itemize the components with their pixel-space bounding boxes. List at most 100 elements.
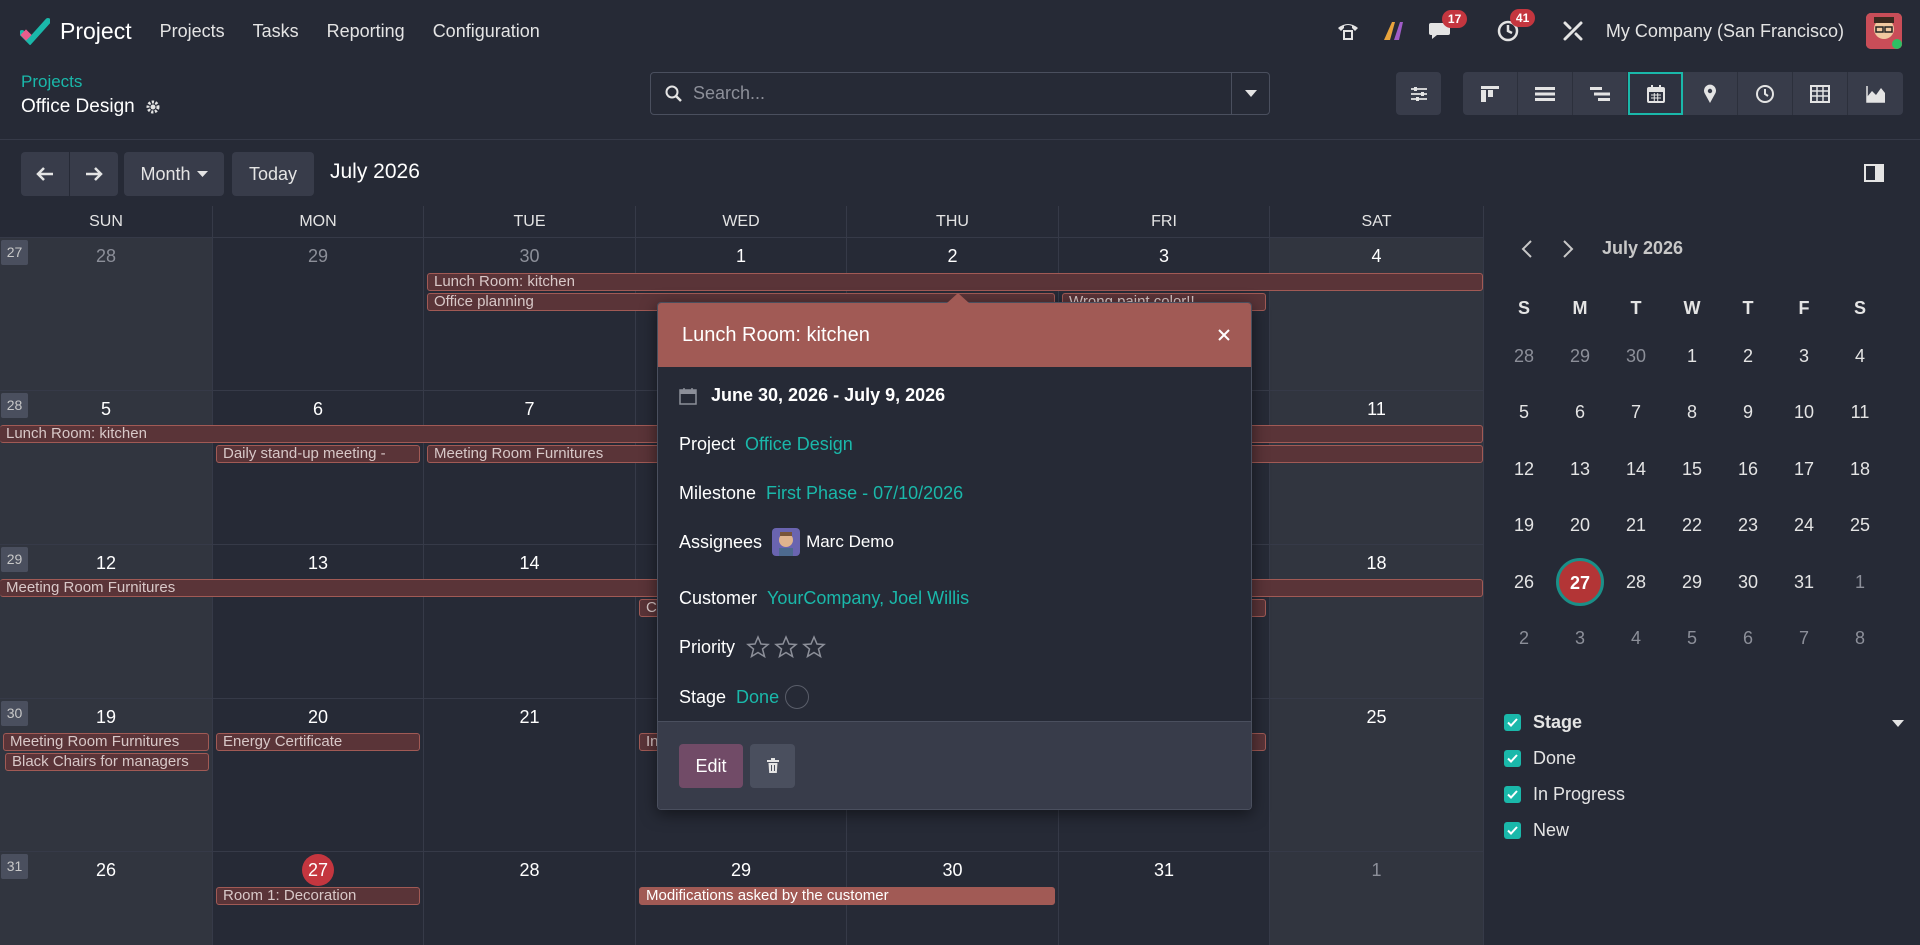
tools-icon[interactable] — [1562, 20, 1584, 42]
calendar-event[interactable]: Modifications asked by the customer — [639, 887, 1055, 905]
map-view-button[interactable] — [1683, 72, 1738, 115]
mini-day[interactable]: 22 — [1664, 515, 1720, 536]
menu-tasks[interactable]: Tasks — [253, 21, 299, 42]
filter-item-in-progress[interactable]: In Progress — [1504, 784, 1625, 805]
mini-day[interactable]: 8 — [1664, 402, 1720, 423]
day-cell[interactable]: 1 — [1269, 851, 1483, 945]
mini-day[interactable]: 8 — [1832, 628, 1888, 649]
day-cell[interactable]: 5 28 — [0, 390, 212, 544]
day-cell[interactable]: 26 31 — [0, 851, 212, 945]
calendar-event[interactable]: Room 1: Decoration — [216, 887, 420, 905]
today-button[interactable]: Today — [232, 152, 314, 196]
filter-section-stage[interactable]: Stage — [1504, 712, 1582, 733]
mini-day[interactable]: 1 — [1832, 572, 1888, 593]
mini-day[interactable]: 9 — [1720, 402, 1776, 423]
list-view-button[interactable] — [1518, 72, 1573, 115]
close-icon[interactable] — [1217, 328, 1231, 342]
user-avatar[interactable] — [1866, 13, 1902, 49]
previous-button[interactable] — [21, 152, 69, 196]
mini-day[interactable]: 29 — [1552, 346, 1608, 367]
activities-clock-icon[interactable]: 41 — [1496, 9, 1536, 43]
mini-day[interactable]: 17 — [1776, 459, 1832, 480]
mini-day[interactable]: 28 — [1608, 572, 1664, 593]
menu-projects[interactable]: Projects — [160, 21, 225, 42]
day-cell[interactable]: 14 — [423, 544, 635, 698]
star-icon[interactable] — [771, 635, 801, 659]
checkbox[interactable] — [1504, 750, 1521, 767]
search-input[interactable] — [693, 83, 1193, 104]
day-cell[interactable]: 30 — [423, 237, 635, 390]
mini-day[interactable]: 28 — [1496, 346, 1552, 367]
mini-day[interactable]: 14 — [1608, 459, 1664, 480]
mini-day[interactable]: 2 — [1496, 628, 1552, 649]
delete-button[interactable] — [750, 744, 795, 788]
mini-day[interactable]: 21 — [1608, 515, 1664, 536]
day-cell[interactable]: 12 29 — [0, 544, 212, 698]
menu-configuration[interactable]: Configuration — [433, 21, 540, 42]
mini-day[interactable]: 11 — [1832, 402, 1888, 423]
mini-day[interactable]: 2 — [1720, 346, 1776, 367]
day-cell[interactable]: 19 30 — [0, 698, 212, 851]
mini-day[interactable]: 30 — [1608, 346, 1664, 367]
mini-day[interactable]: 16 — [1720, 459, 1776, 480]
day-cell[interactable]: 6 — [212, 390, 423, 544]
calendar-event[interactable]: Lunch Room: kitchen — [427, 273, 1483, 291]
mini-day[interactable]: 3 — [1776, 346, 1832, 367]
day-cell[interactable]: 4 — [1269, 237, 1483, 390]
chevron-left-icon[interactable] — [1521, 240, 1533, 258]
day-cell[interactable]: 13 — [212, 544, 423, 698]
voip-phone-icon[interactable] — [1336, 20, 1360, 42]
checkbox[interactable] — [1504, 714, 1521, 731]
mini-day[interactable]: 5 — [1664, 628, 1720, 649]
mini-day[interactable]: 18 — [1832, 459, 1888, 480]
calendar-event[interactable]: Black Chairs for managers — [5, 753, 209, 771]
day-cell[interactable]: 31 — [1058, 851, 1269, 945]
mini-day[interactable]: 7 — [1776, 628, 1832, 649]
mini-day[interactable]: 27 — [1552, 558, 1608, 607]
mini-day[interactable]: 24 — [1776, 515, 1832, 536]
project-link[interactable]: Office Design — [745, 434, 853, 455]
activity-view-button[interactable] — [1738, 72, 1793, 115]
day-cell[interactable]: 20 — [212, 698, 423, 851]
mini-day[interactable]: 20 — [1552, 515, 1608, 536]
breadcrumb-parent[interactable]: Projects — [21, 72, 82, 92]
gear-icon[interactable] — [145, 99, 161, 115]
mini-day[interactable]: 3 — [1552, 628, 1608, 649]
brand[interactable]: Project — [20, 17, 132, 45]
pivot-view-button[interactable] — [1793, 72, 1848, 115]
day-cell[interactable]: 29 — [212, 237, 423, 390]
filter-item-new[interactable]: New — [1504, 820, 1569, 841]
checkbox[interactable] — [1504, 822, 1521, 839]
day-cell[interactable]: 7 — [423, 390, 635, 544]
mini-day[interactable]: 29 — [1664, 572, 1720, 593]
mini-day[interactable]: 25 — [1832, 515, 1888, 536]
assignee-avatar[interactable] — [772, 528, 801, 556]
mini-day[interactable]: 26 — [1496, 572, 1552, 593]
calendar-view-button[interactable] — [1628, 72, 1683, 115]
mini-day[interactable]: 13 — [1552, 459, 1608, 480]
calendar-event[interactable]: Energy Certificate — [216, 733, 420, 751]
day-cell[interactable]: 28 — [423, 851, 635, 945]
mini-day[interactable]: 1 — [1664, 346, 1720, 367]
day-cell[interactable]: 28 27 — [0, 237, 212, 390]
mini-day[interactable]: 19 — [1496, 515, 1552, 536]
milestone-link[interactable]: First Phase - 07/10/2026 — [766, 483, 963, 504]
edit-button[interactable]: Edit — [679, 744, 743, 788]
mini-day[interactable]: 6 — [1552, 402, 1608, 423]
mini-day[interactable]: 10 — [1776, 402, 1832, 423]
customer-link[interactable]: YourCompany, Joel Willis — [767, 588, 969, 609]
mini-day[interactable]: 15 — [1664, 459, 1720, 480]
star-icon[interactable] — [745, 635, 771, 659]
mini-day[interactable]: 12 — [1496, 459, 1552, 480]
mini-day[interactable]: 6 — [1720, 628, 1776, 649]
mini-day[interactable]: 5 — [1496, 402, 1552, 423]
calendar-event[interactable]: Meeting Room Furnitures — [3, 733, 209, 751]
day-cell[interactable]: 21 — [423, 698, 635, 851]
chevron-right-icon[interactable] — [1562, 240, 1574, 258]
messages-icon[interactable]: 17 — [1428, 10, 1468, 42]
mini-day[interactable]: 4 — [1608, 628, 1664, 649]
mini-day[interactable]: 31 — [1776, 572, 1832, 593]
filter-item-done[interactable]: Done — [1504, 748, 1576, 769]
mini-day[interactable]: 7 — [1608, 402, 1664, 423]
graph-view-button[interactable] — [1848, 72, 1903, 115]
